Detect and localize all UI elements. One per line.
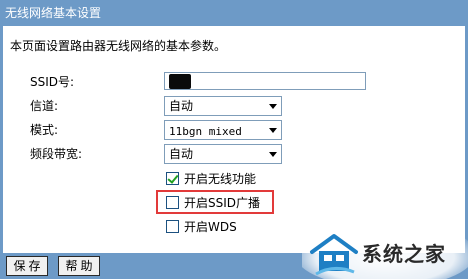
page-description: 本页面设置路由器无线网络的基本参数。 xyxy=(10,39,227,53)
wireless-enable-checkbox[interactable] xyxy=(166,172,179,185)
mode-select[interactable]: 11bgn mixed xyxy=(164,120,282,140)
chevron-down-icon xyxy=(269,104,277,109)
title-bar: 无线网络基本设置 xyxy=(0,0,468,26)
wireless-enable-label: 开启无线功能 xyxy=(184,172,257,186)
bandwidth-select[interactable]: 自动 xyxy=(164,144,282,164)
channel-label: 信道: xyxy=(30,99,59,113)
channel-value: 自动 xyxy=(169,99,194,113)
page-title: 无线网络基本设置 xyxy=(5,6,102,20)
watermark: 系统之家 xyxy=(302,222,468,279)
help-button[interactable]: 帮助 xyxy=(58,256,100,276)
chevron-down-icon xyxy=(269,128,277,133)
mode-value: 11bgn mixed xyxy=(169,125,242,138)
wds-enable-label: 开启WDS xyxy=(184,220,237,234)
ssid-input[interactable] xyxy=(164,72,366,90)
house-logo-icon xyxy=(310,234,358,276)
bandwidth-value: 自动 xyxy=(169,147,194,161)
save-button[interactable]: 保存 xyxy=(6,256,48,276)
wds-enable-checkbox[interactable] xyxy=(166,220,179,233)
channel-select[interactable]: 自动 xyxy=(164,96,282,116)
frame-left-border xyxy=(0,26,3,253)
bandwidth-label: 频段带宽: xyxy=(30,147,83,161)
ssid-broadcast-checkbox[interactable] xyxy=(166,196,179,209)
watermark-text: 系统之家 xyxy=(362,242,446,266)
chevron-down-icon xyxy=(269,152,277,157)
mode-label: 模式: xyxy=(30,123,59,137)
ssid-redacted-value xyxy=(169,74,191,89)
ssid-broadcast-label: 开启SSID广播 xyxy=(184,196,261,210)
ssid-label: SSID号: xyxy=(30,75,75,89)
